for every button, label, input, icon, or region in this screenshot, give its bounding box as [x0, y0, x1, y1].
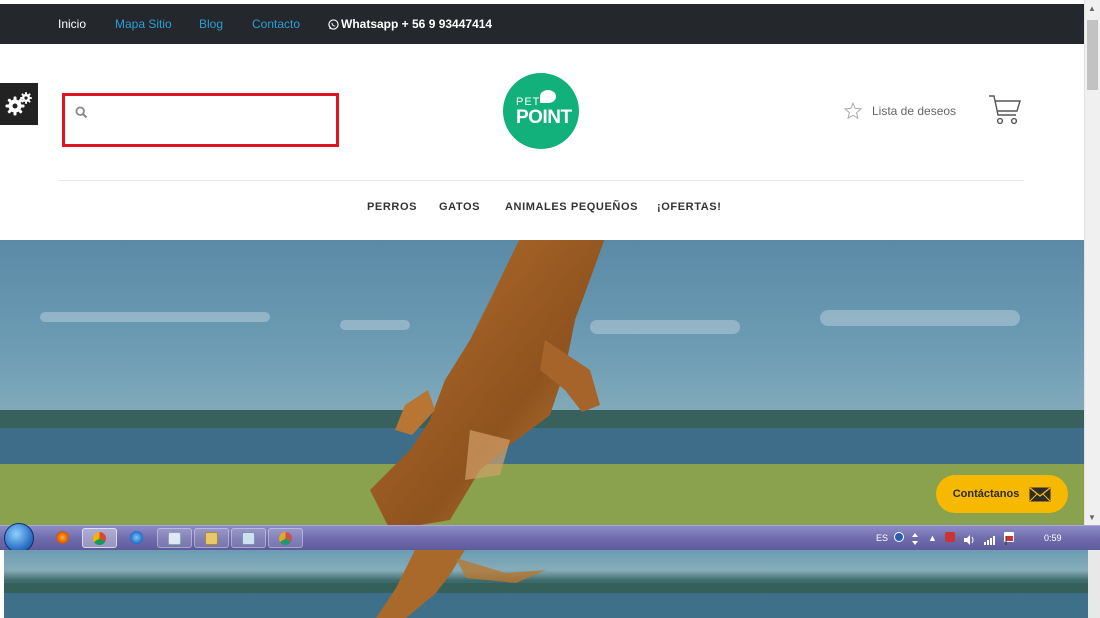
- search-box[interactable]: [62, 93, 339, 147]
- chrome-icon: [93, 532, 106, 545]
- scroll-up-icon[interactable]: ▲: [1088, 4, 1096, 13]
- taskbar-firefox[interactable]: [46, 528, 81, 548]
- topbar-link-mapa-sitio[interactable]: Mapa Sitio: [115, 17, 172, 31]
- document-icon: [168, 532, 181, 545]
- antivirus-icon[interactable]: [945, 532, 955, 542]
- header-divider: [58, 180, 1024, 181]
- volume-icon[interactable]: [964, 532, 974, 545]
- topbar-link-inicio[interactable]: Inicio: [58, 17, 86, 31]
- topbar-whatsapp[interactable]: Whatsapp + 56 9 93447414: [328, 17, 492, 31]
- taskbar-chrome[interactable]: [82, 528, 117, 548]
- hero-banner: [0, 240, 1084, 525]
- wishlist-label: Lista de deseos: [872, 103, 957, 118]
- hero-cloud: [40, 312, 270, 322]
- nav-item-perros[interactable]: PERROS: [367, 201, 417, 213]
- topbar-link-contacto[interactable]: Contacto: [252, 17, 300, 31]
- search-input[interactable]: [95, 104, 330, 126]
- search-icon[interactable]: [75, 106, 88, 119]
- taskbar-ie[interactable]: [120, 528, 155, 548]
- topbar-link-blog[interactable]: Blog: [199, 17, 223, 31]
- vertical-scrollbar[interactable]: ▲ ▼: [1084, 0, 1100, 525]
- firefox-icon: [56, 531, 69, 544]
- whatsapp-icon: [328, 19, 339, 30]
- taskbar-window-1[interactable]: [157, 528, 192, 548]
- top-bar: Inicio Mapa Sitio Blog Contacto Whatsapp…: [0, 4, 1084, 44]
- whatsapp-number: Whatsapp + 56 9 93447414: [341, 17, 493, 31]
- settings-toggle[interactable]: [0, 83, 38, 125]
- nav-item-gatos[interactable]: GATOS: [439, 201, 480, 213]
- star-icon: [844, 102, 862, 119]
- nav-item-animales-pequenos[interactable]: ANIMALES PEQUEÑOS: [505, 201, 638, 213]
- scrollbar-thumb[interactable]: [1087, 20, 1098, 90]
- logo-bubble-icon: [540, 90, 556, 103]
- contact-button-label: Contáctanos: [952, 488, 1020, 500]
- nav-item-ofertas[interactable]: ¡OFERTAS!: [657, 201, 721, 213]
- hero-banner-repeat: [4, 550, 1088, 618]
- chrome-window-icon: [279, 532, 292, 545]
- scroll-down-icon[interactable]: ▼: [1088, 513, 1096, 522]
- wishlist-link[interactable]: Lista de deseos: [844, 102, 956, 119]
- gears-icon: [5, 92, 32, 116]
- taskbar-window-4[interactable]: [268, 528, 303, 548]
- main-nav: PERROS GATOS ANIMALES PEQUEÑOS ¡OFERTAS!: [0, 201, 1084, 219]
- folder-icon: [205, 532, 218, 545]
- internet-explorer-icon: [130, 531, 143, 544]
- tray-language[interactable]: ES: [876, 533, 888, 543]
- repeat-scrollbar-strip: [1088, 550, 1100, 618]
- start-button[interactable]: [4, 523, 34, 553]
- logo-text-point: POINT: [516, 107, 572, 128]
- cart-button[interactable]: [988, 94, 1022, 131]
- tray-arrows-icon[interactable]: [912, 532, 918, 545]
- tray-clock[interactable]: 0:59: [1044, 533, 1062, 543]
- dog-image-repeat: [376, 550, 546, 618]
- windows-taskbar: ES ▲ 0:59: [0, 523, 1100, 553]
- help-icon[interactable]: [894, 532, 904, 542]
- window-icon: [242, 532, 255, 545]
- contact-button[interactable]: Contáctanos: [936, 475, 1068, 513]
- taskbar-window-2[interactable]: [194, 528, 229, 548]
- show-hidden-icons-icon[interactable]: ▲: [928, 533, 937, 543]
- hero-cloud: [820, 310, 1020, 326]
- cart-icon: [989, 95, 1021, 125]
- action-center-flag-icon[interactable]: [1004, 532, 1014, 545]
- pet-point-logo[interactable]: PET POINT: [503, 73, 579, 149]
- envelope-icon: [1029, 486, 1051, 501]
- dog-image: [370, 240, 605, 525]
- taskbar-window-3[interactable]: [231, 528, 266, 548]
- network-signal-icon[interactable]: [984, 532, 995, 545]
